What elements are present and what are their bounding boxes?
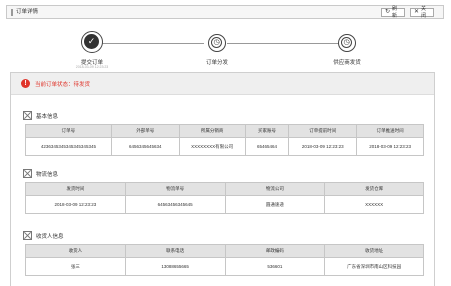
column-header: 外部单号	[110, 124, 180, 138]
checkmark-icon: ✓	[84, 34, 99, 49]
section-receiver-info: 收货人信息	[23, 231, 64, 240]
warning-icon: !	[21, 79, 30, 88]
column-header: 联系电话	[124, 244, 226, 258]
image-placeholder-icon	[23, 169, 32, 178]
ship-time-cell: 2018-03-09 12:23:23	[25, 195, 126, 214]
order-number-cell: 4236345345345345345345	[25, 137, 112, 156]
step-ship-label: 供应商发货	[333, 60, 361, 66]
receiver-info-table: 收货人 联系电话 邮政编码 收货地址 张三 13088655665 536601…	[25, 244, 424, 276]
refresh-icon: ↻	[385, 9, 391, 15]
window-titlebar: 订单详情 ↻ 刷新 ✕ 关闭	[6, 5, 444, 19]
table-row: 4236345345345345345345 6456345645634 XXX…	[25, 137, 424, 156]
column-header: 发货时间	[25, 182, 126, 196]
logistics-info-table: 发货时间 物流单号 物流公司 发货仓库 2018-03-09 12:23:23 …	[25, 182, 424, 214]
column-header: 收货地址	[324, 244, 424, 258]
table-header-row: 订单号 外部单号 所属分销商 买家账号 订单提前时间 订单推送时间	[25, 124, 424, 138]
distributor-cell: XXXXXXXX有限公司	[178, 137, 246, 156]
step-dispatch-label: 订单分发	[205, 60, 228, 66]
close-icon: ✕	[414, 9, 420, 15]
close-label: 关闭	[421, 5, 427, 19]
step-submit-circle: ✓	[81, 31, 103, 53]
order-progress-steps: ✓ 提交订单 2018-03-09 12:23:23 ◷ 订单分发 ◷ 供应商发…	[6, 19, 444, 72]
postcode-cell: 536601	[224, 257, 326, 276]
order-status-text: 当前订单状态：待发货	[35, 82, 91, 88]
section-title: 基本信息	[36, 113, 59, 120]
tracking-number-cell: 64563456345645	[124, 195, 226, 214]
table-row: 张三 13088655665 536601 广东省深圳市南山区科技园	[25, 257, 424, 276]
step-connector	[92, 43, 204, 44]
refresh-label: 刷新	[392, 5, 398, 19]
column-header: 物流公司	[224, 182, 326, 196]
step-connector	[227, 43, 349, 44]
clock-icon: ◷	[341, 37, 352, 48]
column-header: 订单提前时间	[288, 124, 358, 138]
table-row: 2018-03-09 12:23:23 64563456345645 圆通速递 …	[25, 195, 424, 214]
page-title: 订单详情	[11, 9, 38, 16]
table-header-row: 收货人 联系电话 邮政编码 收货地址	[25, 244, 424, 258]
column-header: 订单号	[25, 124, 112, 138]
refresh-button[interactable]: ↻ 刷新	[381, 5, 405, 19]
column-header: 所属分销商	[178, 124, 246, 138]
image-placeholder-icon	[23, 111, 32, 120]
warehouse-cell: XXXXXX	[324, 195, 424, 214]
column-header: 订单推送时间	[356, 124, 424, 138]
step-ship-circle: ◷	[338, 34, 356, 52]
basic-info-table: 订单号 外部单号 所属分销商 买家账号 订单提前时间 订单推送时间 423634…	[25, 124, 424, 156]
carrier-cell: 圆通速递	[224, 195, 326, 214]
step-dispatch-circle: ◷	[208, 34, 226, 52]
section-title: 收货人信息	[36, 233, 64, 240]
phone-cell: 13088655665	[124, 257, 226, 276]
order-time-cell: 2018-03-09 12:23:23	[288, 137, 358, 156]
address-cell: 广东省深圳市南山区科技园	[324, 257, 424, 276]
receiver-name-cell: 张三	[25, 257, 126, 276]
column-header: 发货仓库	[324, 182, 424, 196]
step-submit-time: 2018-03-09 12:23:23	[75, 65, 109, 69]
clock-icon: ◷	[211, 37, 222, 48]
order-status-bar: ! 当前订单状态：待发货	[11, 73, 434, 95]
close-button[interactable]: ✕ 关闭	[410, 5, 434, 19]
section-title: 物流信息	[36, 171, 59, 178]
section-basic-info: 基本信息	[23, 111, 58, 120]
column-header: 收货人	[25, 244, 126, 258]
column-header: 邮政编码	[224, 244, 326, 258]
column-header: 买家账号	[244, 124, 290, 138]
order-detail-panel: ! 当前订单状态：待发货 基本信息 订单号 外部单号 所属分销商 买家账号 订单…	[10, 72, 435, 286]
push-time-cell: 2018-03-09 12:23:23	[356, 137, 424, 156]
image-placeholder-icon	[23, 231, 32, 240]
table-header-row: 发货时间 物流单号 物流公司 发货仓库	[25, 182, 424, 196]
buyer-account-cell: 65465464	[244, 137, 290, 156]
section-logistics-info: 物流信息	[23, 169, 58, 178]
external-number-cell: 6456345645634	[110, 137, 180, 156]
column-header: 物流单号	[124, 182, 226, 196]
